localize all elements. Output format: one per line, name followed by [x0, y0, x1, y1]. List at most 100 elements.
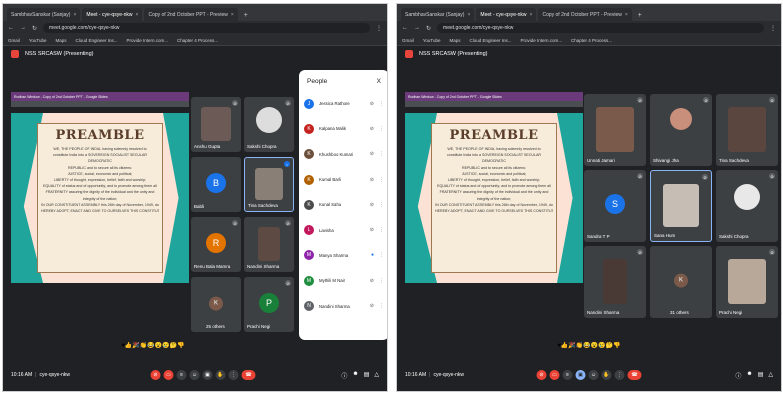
more-options-icon[interactable]: ⋮ — [228, 370, 239, 380]
people-icon[interactable]: ☻ — [746, 371, 752, 380]
participant-tile[interactable]: ⊘ Prachi Negi — [716, 246, 778, 318]
url-input[interactable]: meet.google.com/cye-qsye-nkw — [43, 23, 370, 33]
close-icon[interactable]: X — [377, 78, 381, 85]
extensions-icon[interactable]: ⋮ — [376, 25, 382, 32]
bookmark[interactable]: Chapter 4 Process... — [571, 38, 612, 43]
mic-off-icon[interactable]: ⊘ — [536, 370, 547, 380]
slide-decoration — [557, 113, 583, 283]
bookmark[interactable]: Cloud Engineer Ins... — [469, 38, 511, 43]
camera-off-icon[interactable]: ▭ — [549, 370, 560, 380]
people-panel: People X J Jessica Rathore ⊘ ⋮ K Kalpana Mal… — [299, 70, 387, 340]
captions-icon[interactable]: ≡ — [176, 370, 187, 380]
bookmark[interactable]: Chapter 4 Process... — [177, 38, 218, 43]
more-options-icon[interactable]: ⋮ — [379, 278, 384, 284]
participant-row[interactable]: N Nandini Sharma ⊘ ⋮ — [299, 293, 387, 318]
participant-row[interactable]: K Kunal Sahu ⊘ ⋮ — [299, 192, 387, 217]
more-options-icon[interactable]: ⋮ — [379, 227, 384, 233]
participant-tile[interactable]: ⊘ Nandini Sharma — [584, 246, 646, 318]
participant-row[interactable]: K Khushboo Kumari ⊘ ⋮ — [299, 142, 387, 167]
more-options-icon[interactable]: ⋮ — [379, 151, 384, 157]
participant-tile[interactable]: ⊘ Anshu Gupta — [191, 97, 241, 152]
browser-tab[interactable]: Copy of 2nd October PPT - Preview × — [144, 8, 238, 21]
new-tab-button[interactable]: + — [634, 12, 646, 21]
bookmark[interactable]: Gmail — [8, 38, 20, 43]
more-options-icon[interactable]: ⋮ — [379, 177, 384, 183]
mic-off-icon[interactable]: ⊘ — [150, 370, 161, 380]
new-tab-button[interactable]: + — [240, 12, 252, 21]
reaction-icon[interactable]: ☺ — [588, 370, 599, 380]
reload-icon[interactable]: ↻ — [426, 25, 431, 32]
participant-name: Prachi Negi — [247, 324, 271, 329]
forward-icon[interactable]: → — [414, 25, 420, 31]
chat-icon[interactable]: ▤ — [364, 371, 370, 380]
more-options-icon[interactable]: ⋮ — [379, 126, 384, 132]
more-options-icon[interactable]: ⋮ — [379, 303, 384, 309]
participant-row[interactable]: J Jessica Rathore ⊘ ⋮ — [299, 91, 387, 116]
chat-icon[interactable]: ▤ — [758, 371, 764, 380]
browser-tab[interactable]: Meet - cye-qsye-nkw × — [82, 8, 143, 21]
bookmark[interactable]: YouTube — [423, 38, 441, 43]
participant-tile[interactable]: ⊘ Nandini Sharma — [244, 217, 294, 272]
people-icon[interactable]: ☻ — [352, 371, 358, 380]
activities-icon[interactable]: △ — [374, 371, 379, 380]
participant-avatar: B — [206, 172, 226, 193]
present-icon[interactable]: ▣ — [202, 370, 213, 380]
reactions-bar[interactable]: ♥👍🎉👏😂😮😢🤔👎 — [3, 342, 303, 349]
meeting-code: cye-qsye-nkw — [39, 372, 71, 378]
bookmark[interactable]: Gmail — [402, 38, 414, 43]
more-options-icon[interactable]: ⋮ — [379, 101, 384, 107]
participant-tile[interactable]: ⊘ Sakshi Chopra — [244, 97, 294, 152]
reload-icon[interactable]: ↻ — [32, 25, 37, 32]
participant-row[interactable]: K Kumal Barli ⊘ ⋮ — [299, 167, 387, 192]
slides-window-title: Rodhan Window - Copy of 2nd October PPT … — [408, 94, 502, 99]
bookmark[interactable]: Provide Intern.com... — [127, 38, 169, 43]
captions-icon[interactable]: ≡ — [562, 370, 573, 380]
present-icon[interactable]: ▣ — [575, 370, 586, 380]
browser-tab[interactable]: Meet - cye-qsye-nkw × — [476, 8, 537, 21]
bookmark[interactable]: YouTube — [29, 38, 47, 43]
camera-off-icon[interactable]: ▭ — [163, 370, 174, 380]
participant-tile[interactable]: ⊘ Sakshi Chopra — [716, 170, 778, 242]
bookmark[interactable]: Maps — [449, 38, 460, 43]
participant-tile[interactable]: K 25 others — [191, 277, 241, 332]
participant-tile[interactable]: P ⊘ Prachi Negi — [244, 277, 294, 332]
url-input[interactable]: meet.google.com/cye-qsye-nkw — [437, 23, 764, 33]
bookmark[interactable]: Maps — [55, 38, 66, 43]
extensions-icon[interactable]: ⋮ — [770, 25, 776, 32]
browser-tab[interactable]: SambhavSanskar (Sanjay) × — [401, 8, 475, 21]
more-options-icon[interactable]: ⋮ — [614, 370, 625, 380]
participant-tile[interactable]: B Babli — [191, 157, 241, 212]
raise-hand-icon[interactable]: ✋ — [215, 370, 226, 380]
reactions-bar[interactable]: ♥👍🎉👏😂😮😢🤔👎 — [397, 342, 781, 349]
info-icon[interactable]: ⓘ — [735, 371, 741, 380]
participant-tile[interactable]: K 31 others — [650, 246, 712, 318]
participant-tile[interactable]: ⊘ Tina Sachdeva — [716, 94, 778, 166]
participant-tile[interactable]: • Tina Sachdeva — [244, 157, 294, 212]
bookmark[interactable]: Provide Intern.com... — [521, 38, 563, 43]
raise-hand-icon[interactable]: ✋ — [601, 370, 612, 380]
participant-tile[interactable]: S ⊘ Sandra T P — [584, 170, 646, 242]
participant-row[interactable]: K Kalpana Malik ⊘ ⋮ — [299, 116, 387, 141]
participant-tile[interactable]: ⊘ Unnati Jamari — [584, 94, 646, 166]
end-call-button[interactable]: ☎ — [627, 370, 642, 380]
participant-row[interactable]: M Mythili M Nair ⊘ ⋮ — [299, 268, 387, 293]
back-icon[interactable]: ← — [402, 25, 408, 31]
browser-tab[interactable]: Copy of 2nd October PPT - Preview × — [538, 8, 632, 21]
participant-tile[interactable]: ⊘ Shivangi Jha — [650, 94, 712, 166]
reaction-icon[interactable]: ☺ — [189, 370, 200, 380]
tab-label: Meet - cye-qsye-nkw — [86, 11, 133, 18]
forward-icon[interactable]: → — [20, 25, 26, 31]
participant-row[interactable]: L Lavisha ⊘ ⋮ — [299, 217, 387, 242]
participant-row[interactable]: M Manya Sharma ● ⋮ — [299, 243, 387, 268]
bookmark[interactable]: Cloud Engineer Ins... — [75, 38, 117, 43]
more-options-icon[interactable]: ⋮ — [379, 202, 384, 208]
participant-tile[interactable]: R ⊘ Renu Bala Mamra — [191, 217, 241, 272]
more-options-icon[interactable]: ⋮ — [379, 252, 384, 258]
participant-tile[interactable]: ⊘ Sana Hum — [650, 170, 712, 242]
participant-video — [670, 108, 692, 130]
info-icon[interactable]: ⓘ — [341, 371, 347, 380]
browser-tab[interactable]: SambhavSanskar (Sanjay) × — [7, 8, 81, 21]
activities-icon[interactable]: △ — [768, 371, 773, 380]
end-call-button[interactable]: ☎ — [241, 370, 256, 380]
back-icon[interactable]: ← — [8, 25, 14, 31]
